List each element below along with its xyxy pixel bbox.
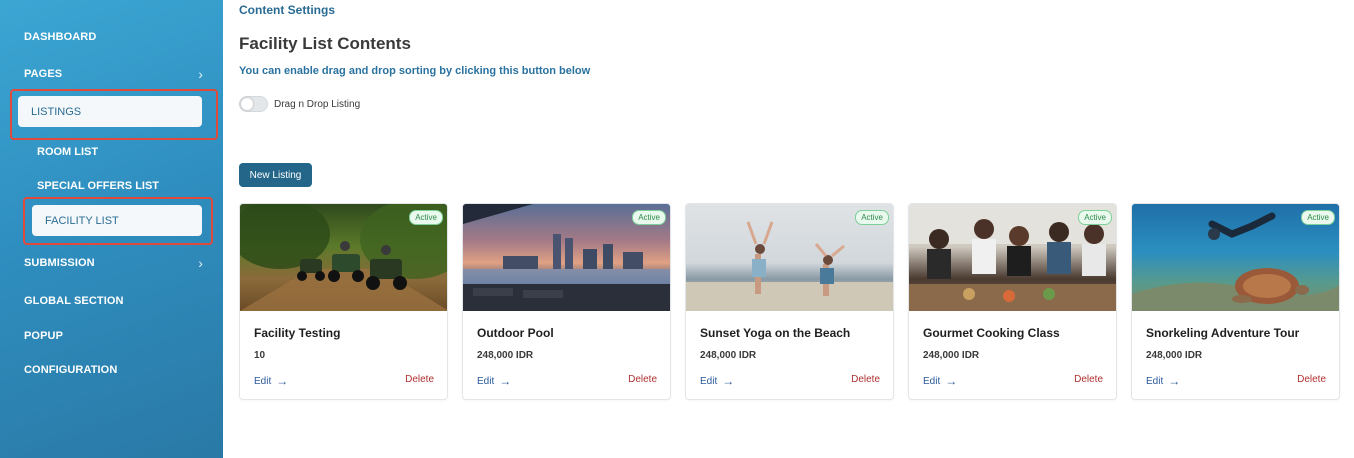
drag-drop-toggle-label: Drag n Drop Listing [274, 98, 361, 110]
sidebar-item-pages[interactable]: PAGES › [24, 66, 203, 82]
sidebar-item-label: PAGES [24, 68, 63, 80]
status-badge: Active [1078, 210, 1112, 225]
listing-card: Active Snorkeling Adventure Tour 248,000… [1131, 203, 1340, 400]
sidebar-item-popup[interactable]: POPUP [24, 330, 203, 342]
sidebar-item-label: DASHBOARD [24, 31, 97, 43]
edit-label: Edit [923, 375, 941, 387]
delete-link[interactable]: Delete [851, 374, 880, 385]
app-root: DASHBOARD PAGES › LISTINGS ROOM LIST SPE… [0, 0, 1354, 458]
delete-link[interactable]: Delete [628, 374, 657, 385]
card-title: Sunset Yoga on the Beach [700, 326, 851, 340]
listing-card: Active Facility Testing 10 Edit → Delete [239, 203, 448, 400]
edit-link[interactable]: Edit → [700, 374, 734, 388]
listing-cards: Active Facility Testing 10 Edit → Delete [239, 203, 1340, 400]
sidebar-item-dashboard[interactable]: DASHBOARD [24, 31, 203, 43]
card-image: Active [240, 204, 447, 311]
sidebar-item-listings[interactable]: LISTINGS [18, 96, 202, 127]
arrow-right-icon: → [276, 374, 289, 388]
drag-drop-hint: You can enable drag and drop sorting by … [239, 65, 591, 77]
status-badge: Active [855, 210, 889, 225]
edit-link[interactable]: Edit → [477, 374, 511, 388]
card-title: Outdoor Pool [477, 326, 554, 340]
card-price: 10 [254, 350, 266, 361]
sidebar-item-facility-list[interactable]: FACILITY LIST [32, 205, 202, 236]
listing-card: Active Outdoor Pool 248,000 IDR Edit → D… [462, 203, 671, 400]
status-badge: Active [632, 210, 666, 225]
arrow-right-icon: → [722, 374, 735, 388]
new-listing-button[interactable]: New Listing [239, 163, 312, 187]
edit-label: Edit [1146, 375, 1164, 387]
sidebar-item-submission[interactable]: SUBMISSION › [24, 255, 203, 271]
delete-link[interactable]: Delete [405, 374, 434, 385]
card-image: Active [463, 204, 670, 311]
sidebar-item-label: LISTINGS [31, 105, 82, 118]
edit-link[interactable]: Edit → [923, 374, 957, 388]
delete-link[interactable]: Delete [1074, 374, 1103, 385]
arrow-right-icon: → [1168, 374, 1181, 388]
delete-link[interactable]: Delete [1297, 374, 1326, 385]
sidebar-item-global-section[interactable]: GLOBAL SECTION [24, 295, 203, 307]
main-content: Content Settings Facility List Contents … [223, 0, 1354, 458]
edit-label: Edit [700, 375, 718, 387]
arrow-right-icon: → [499, 374, 512, 388]
edit-label: Edit [477, 375, 495, 387]
listing-card: Active Sunset Yoga on the Beach 248,000 … [685, 203, 894, 400]
sidebar-item-room-list[interactable]: ROOM LIST [37, 146, 98, 158]
sidebar-item-label: GLOBAL SECTION [24, 295, 124, 307]
sidebar-item-label: CONFIGURATION [24, 364, 118, 376]
edit-label: Edit [254, 375, 272, 387]
card-image: Active [909, 204, 1116, 311]
status-badge: Active [409, 210, 443, 225]
card-price: 248,000 IDR [477, 350, 534, 361]
sidebar-item-label: SUBMISSION [24, 257, 95, 269]
sidebar-item-configuration[interactable]: CONFIGURATION [24, 364, 203, 376]
chevron-right-icon: › [198, 66, 203, 82]
card-title: Snorkeling Adventure Tour [1146, 326, 1300, 340]
sidebar-item-special-offers-list[interactable]: SPECIAL OFFERS LIST [37, 180, 159, 192]
chevron-right-icon: › [198, 255, 203, 271]
card-title: Gourmet Cooking Class [923, 326, 1060, 340]
edit-link[interactable]: Edit → [254, 374, 288, 388]
sidebar-item-label: FACILITY LIST [45, 214, 119, 227]
breadcrumb[interactable]: Content Settings [239, 3, 335, 17]
card-price: 248,000 IDR [1146, 350, 1203, 361]
arrow-right-icon: → [945, 374, 958, 388]
sidebar: DASHBOARD PAGES › LISTINGS ROOM LIST SPE… [0, 0, 223, 458]
edit-link[interactable]: Edit → [1146, 374, 1180, 388]
sidebar-item-label: SPECIAL OFFERS LIST [37, 180, 160, 192]
toggle-knob [241, 98, 253, 110]
card-price: 248,000 IDR [923, 350, 980, 361]
status-badge: Active [1301, 210, 1335, 225]
drag-drop-toggle-row: Drag n Drop Listing [239, 96, 360, 112]
card-price: 248,000 IDR [700, 350, 757, 361]
sidebar-item-label: ROOM LIST [37, 146, 99, 158]
card-image: Active [686, 204, 893, 311]
listing-card: Active Gourmet Cooking Class 248,000 IDR… [908, 203, 1117, 400]
card-title: Facility Testing [254, 326, 341, 340]
sidebar-item-label: POPUP [24, 330, 64, 342]
card-image: Active [1132, 204, 1339, 311]
drag-drop-toggle[interactable] [239, 96, 268, 112]
page-title: Facility List Contents [239, 34, 411, 53]
